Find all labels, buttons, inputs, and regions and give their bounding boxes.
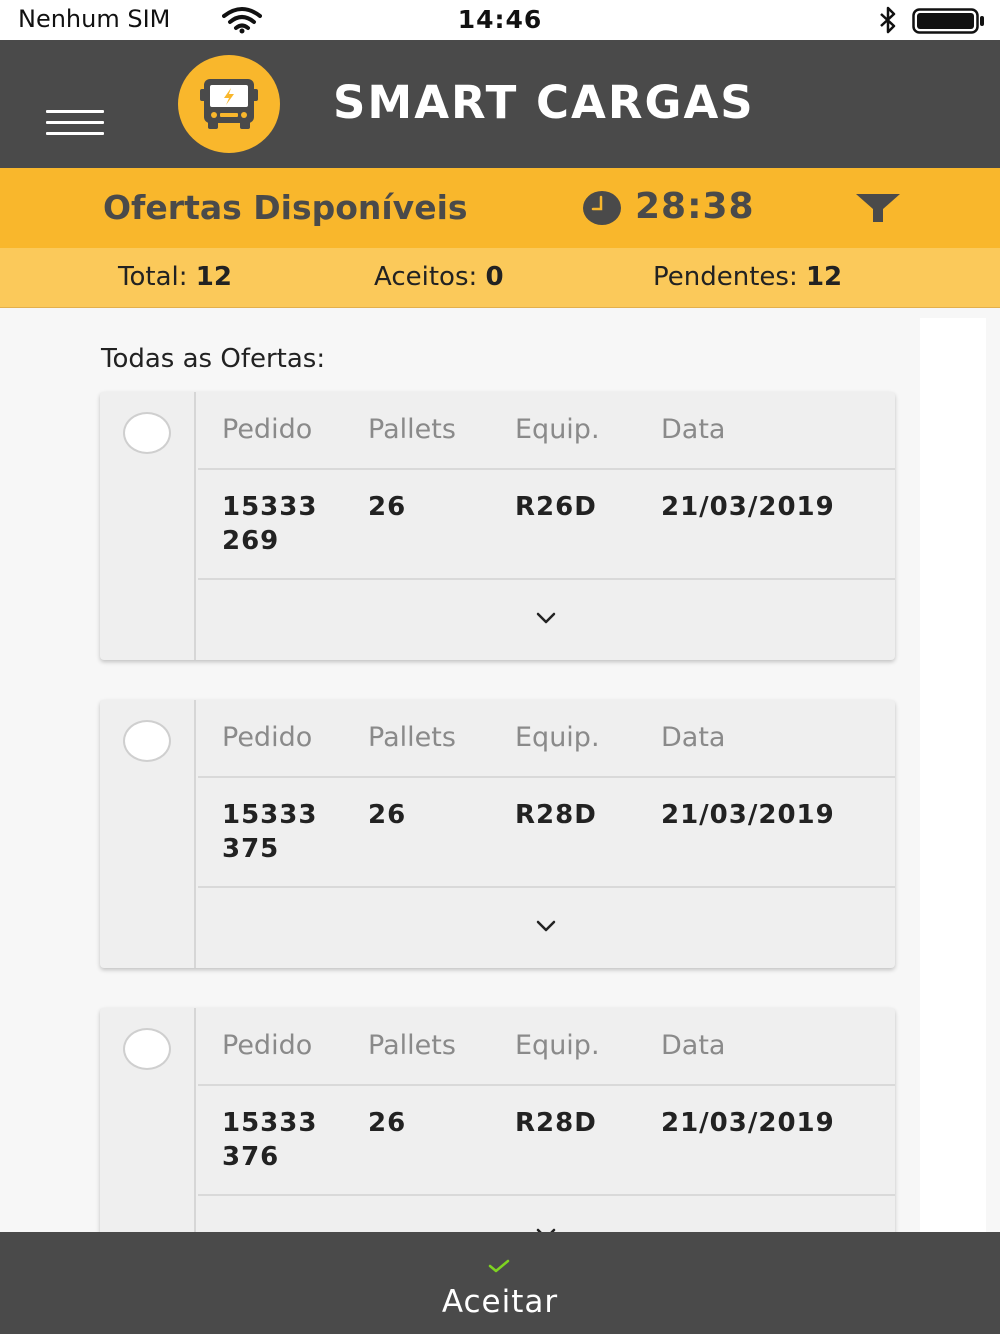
counts-bar: Total: 12 Aceitos: 0 Pendentes: 12 (0, 248, 1000, 308)
card-select-column (100, 700, 196, 968)
column-header-pallets: Pallets (368, 414, 456, 445)
column-header-data: Data (661, 722, 726, 753)
app-header: SMART CARGAS (0, 40, 1000, 168)
offer-card[interactable]: Pedido Pallets Equip. Data 15333 375 26 … (100, 700, 895, 968)
pallets-value: 26 (368, 800, 407, 830)
date-value: 21/03/2019 (661, 492, 835, 522)
timer-text: 28:38 (635, 186, 755, 227)
accepted-value: 0 (485, 262, 504, 292)
pedido-line-1: 15333 (222, 1108, 318, 1138)
pedido-line-2: 269 (222, 526, 280, 556)
equip-value: R28D (515, 800, 597, 830)
accepted-label: Aceitos: (374, 262, 478, 292)
column-header-data: Data (661, 1030, 726, 1061)
card-header-row: Pedido Pallets Equip. Data (198, 700, 895, 778)
column-header-equip: Equip. (515, 722, 600, 753)
expand-toggle[interactable] (198, 1196, 895, 1232)
section-label: Todas as Ofertas: (101, 344, 326, 374)
pedido-line-2: 376 (222, 1142, 280, 1172)
date-value: 21/03/2019 (661, 1108, 835, 1138)
offer-card[interactable]: Pedido Pallets Equip. Data 15333 269 26 … (100, 392, 895, 660)
card-value-row: 15333 376 26 R28D 21/03/2019 (198, 1086, 895, 1196)
pedido-line-1: 15333 (222, 492, 318, 522)
chevron-down-icon[interactable] (536, 918, 556, 937)
equip-value: R26D (515, 492, 597, 522)
column-header-pedido: Pedido (222, 722, 313, 753)
accepted-count: Aceitos: 0 (374, 262, 504, 292)
column-header-pallets: Pallets (368, 1030, 456, 1061)
pedido-line-2: 375 (222, 834, 280, 864)
card-header-row: Pedido Pallets Equip. Data (198, 392, 895, 470)
offers-title: Ofertas Disponíveis (103, 188, 468, 227)
pedido-value: 15333 269 (222, 490, 317, 558)
column-header-data: Data (661, 414, 726, 445)
truck-logo-icon (178, 55, 280, 153)
brand-title: SMART CARGAS (333, 76, 755, 129)
battery-icon (912, 8, 988, 38)
bluetooth-icon (878, 6, 898, 38)
pending-label: Pendentes: (653, 262, 798, 292)
column-header-equip: Equip. (515, 1030, 600, 1061)
column-header-pedido: Pedido (222, 414, 313, 445)
pallets-value: 26 (368, 1108, 407, 1138)
total-value: 12 (195, 262, 232, 292)
column-header-pedido: Pedido (222, 1030, 313, 1061)
pedido-value: 15333 376 (222, 1106, 317, 1174)
side-panel (920, 318, 986, 1232)
equip-value: R28D (515, 1108, 597, 1138)
select-radio[interactable] (123, 720, 171, 762)
hamburger-menu-icon[interactable] (46, 110, 104, 136)
card-value-row: 15333 375 26 R28D 21/03/2019 (198, 778, 895, 888)
accept-label: Aceitar (441, 1284, 559, 1320)
date-value: 21/03/2019 (661, 800, 835, 830)
select-radio[interactable] (123, 1028, 171, 1070)
clock-icon (582, 190, 622, 230)
offers-bar: Ofertas Disponíveis 28:38 (0, 168, 1000, 248)
pallets-value: 26 (368, 492, 407, 522)
offers-list[interactable]: Todas as Ofertas: Pedido Pallets Equip. … (0, 308, 1000, 1232)
select-radio[interactable] (123, 412, 171, 454)
expand-toggle[interactable] (198, 580, 895, 660)
pedido-value: 15333 375 (222, 798, 317, 866)
column-header-pallets: Pallets (368, 722, 456, 753)
total-label: Total: (118, 262, 188, 292)
card-select-column (100, 1008, 196, 1232)
pending-value: 12 (805, 262, 843, 292)
status-bar: Nenhum SIM 14:46 (0, 0, 1000, 40)
card-header-row: Pedido Pallets Equip. Data (198, 1008, 895, 1086)
filter-icon[interactable] (855, 193, 901, 227)
card-select-column (100, 392, 196, 660)
accept-button[interactable]: Aceitar (0, 1232, 1000, 1334)
expand-toggle[interactable] (198, 888, 895, 968)
offer-card[interactable]: Pedido Pallets Equip. Data 15333 376 26 … (100, 1008, 895, 1232)
card-value-row: 15333 269 26 R26D 21/03/2019 (198, 470, 895, 580)
status-time: 14:46 (457, 5, 543, 34)
chevron-down-icon[interactable] (536, 610, 556, 629)
pedido-line-1: 15333 (222, 800, 318, 830)
column-header-equip: Equip. (515, 414, 600, 445)
checkmark-icon (487, 1258, 511, 1278)
pending-count: Pendentes: 12 (653, 262, 842, 292)
total-count: Total: 12 (118, 262, 232, 292)
